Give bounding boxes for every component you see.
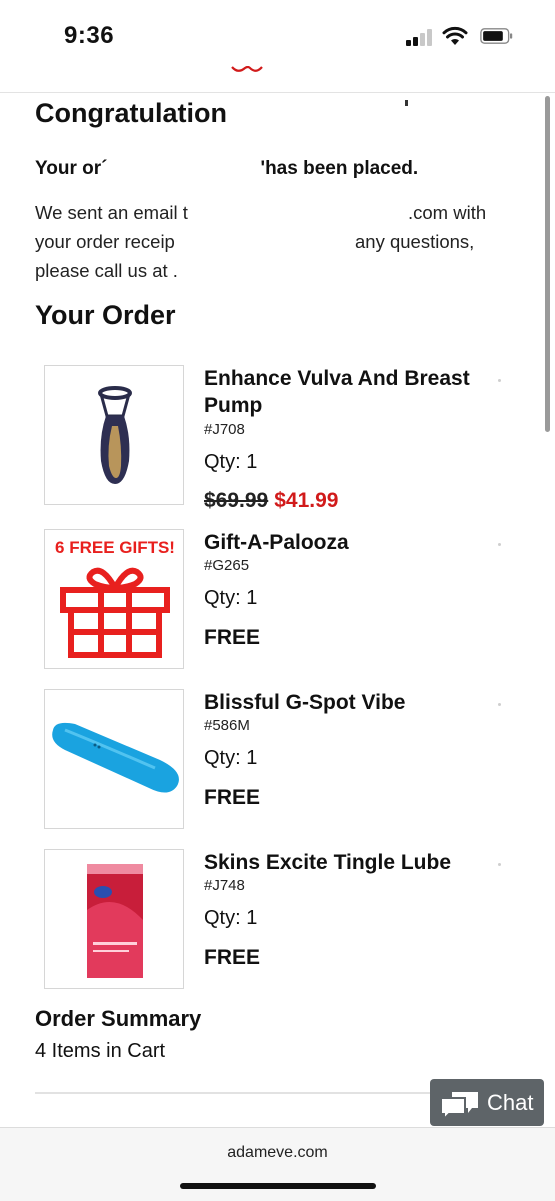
home-indicator[interactable] [180,1183,376,1189]
wifi-icon [442,26,468,45]
gift-box-icon[interactable]: 6 FREE GIFTS! [44,529,184,669]
chat-button[interactable]: Chat [430,1079,544,1126]
status-bar: 9:36 [0,0,555,66]
item-sku: #G265 [204,557,250,574]
email-line-end: .com with [408,202,487,223]
original-price: $69.99 [204,489,269,512]
item-qty: Qty: 1 [204,451,258,473]
site-header [0,66,555,93]
item-qty: Qty: 1 [204,907,258,929]
order-placed-message: Your or´ 'has been placed. [35,158,419,179]
your-order-heading: Your Order [35,300,176,330]
item-name[interactable]: Skins Excite Tingle Lube [204,849,504,876]
decorative-dot [498,543,501,546]
order-item: Blissful G-Spot Vibe #586M Qty: 1 FREE [44,689,544,829]
order-item: Enhance Vulva And Breast Pump #J708 Qty:… [44,365,544,512]
status-time: 9:36 [64,22,115,49]
decorative-dot [498,379,501,382]
item-price: FREE [204,786,261,809]
email-message: We sent an email t .com with your order … [35,198,495,285]
email-line-start: your order receip [35,231,175,252]
redaction-artifact [405,100,408,106]
item-sku: #J748 [204,877,245,894]
pump-product-image[interactable] [44,365,184,505]
vibe-product-image[interactable] [44,689,184,829]
browser-address-bar[interactable]: adameve.com [0,1127,555,1201]
email-line-start: We sent an email t [35,202,188,223]
url-text[interactable]: adameve.com [0,1144,555,1162]
decorative-dot [498,703,501,706]
signal-icon [406,28,434,46]
item-sku: #586M [204,717,250,734]
battery-icon [480,28,513,44]
email-line-end: any questions, [355,231,475,252]
cart-item-count: 4 Items in Cart [35,1040,166,1062]
item-price: FREE [204,626,261,649]
chat-label: Chat [487,1090,534,1115]
email-line-start: please call us at . [35,260,178,281]
gift-image-label: 6 FREE GIFTS! [55,538,175,557]
order-summary-title: Order Summary [35,1006,202,1031]
chat-bubbles-icon [440,1092,478,1120]
logo-partial-icon [231,66,263,72]
item-qty: Qty: 1 [204,587,258,609]
item-name[interactable]: Blissful G-Spot Vibe [204,689,474,716]
item-price: FREE [204,946,261,969]
item-qty: Qty: 1 [204,747,258,769]
item-sku: #J708 [204,421,245,438]
item-name[interactable]: Enhance Vulva And Breast Pump [204,365,474,419]
decorative-dot [498,863,501,866]
item-name[interactable]: Gift-A-Palooza [204,529,474,556]
sale-price: $41.99 [274,489,339,512]
order-item: Skins Excite Tingle Lube #J748 Qty: 1 FR… [44,849,544,989]
order-item: 6 FREE GIFTS! Gift-A-Palooza #G265 Qty: … [44,529,544,669]
confirmation-content: Congratulation Your or´ 'has been placed… [0,92,555,1127]
lube-product-image[interactable] [44,849,184,989]
page-title: Congratulation [35,98,227,128]
item-price: $69.99 $41.99 [204,489,338,513]
